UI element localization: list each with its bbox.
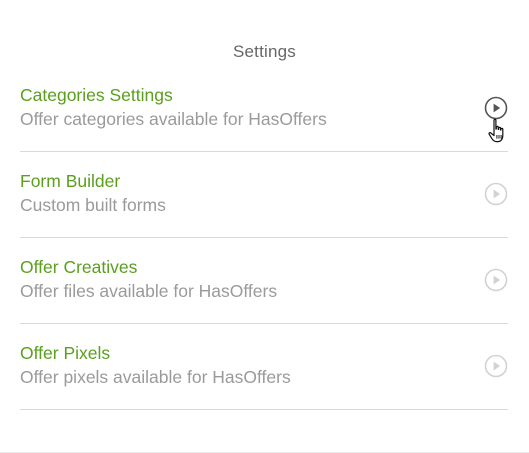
play-circle-icon[interactable] [484, 182, 508, 206]
item-title[interactable]: Offer Creatives [20, 257, 137, 278]
panel-title: Settings [232, 42, 297, 61]
settings-item-offer-creatives[interactable]: Offer Creatives Offer files available fo… [20, 238, 508, 324]
item-description: Offer pixels available for HasOffers [20, 367, 291, 387]
settings-item-form-builder[interactable]: Form Builder Custom built forms [20, 152, 508, 238]
play-circle-icon[interactable] [484, 96, 508, 120]
item-description: Offer categories available for HasOffers [20, 109, 327, 129]
settings-item-offer-pixels[interactable]: Offer Pixels Offer pixels available for … [20, 324, 508, 410]
hand-pointer-icon [487, 118, 509, 144]
play-circle-icon[interactable] [484, 268, 508, 292]
item-description: Offer files available for HasOffers [20, 281, 278, 301]
item-title[interactable]: Offer Pixels [20, 343, 110, 364]
settings-list: Categories Settings Offer categories ava… [20, 66, 508, 410]
item-title[interactable]: Form Builder [20, 171, 120, 192]
settings-panel: Settings Categories Settings Offer categ… [0, 0, 529, 453]
item-title[interactable]: Categories Settings [20, 85, 173, 106]
play-circle-icon[interactable] [484, 354, 508, 378]
settings-item-categories-settings[interactable]: Categories Settings Offer categories ava… [20, 66, 508, 152]
item-description: Custom built forms [20, 195, 166, 215]
